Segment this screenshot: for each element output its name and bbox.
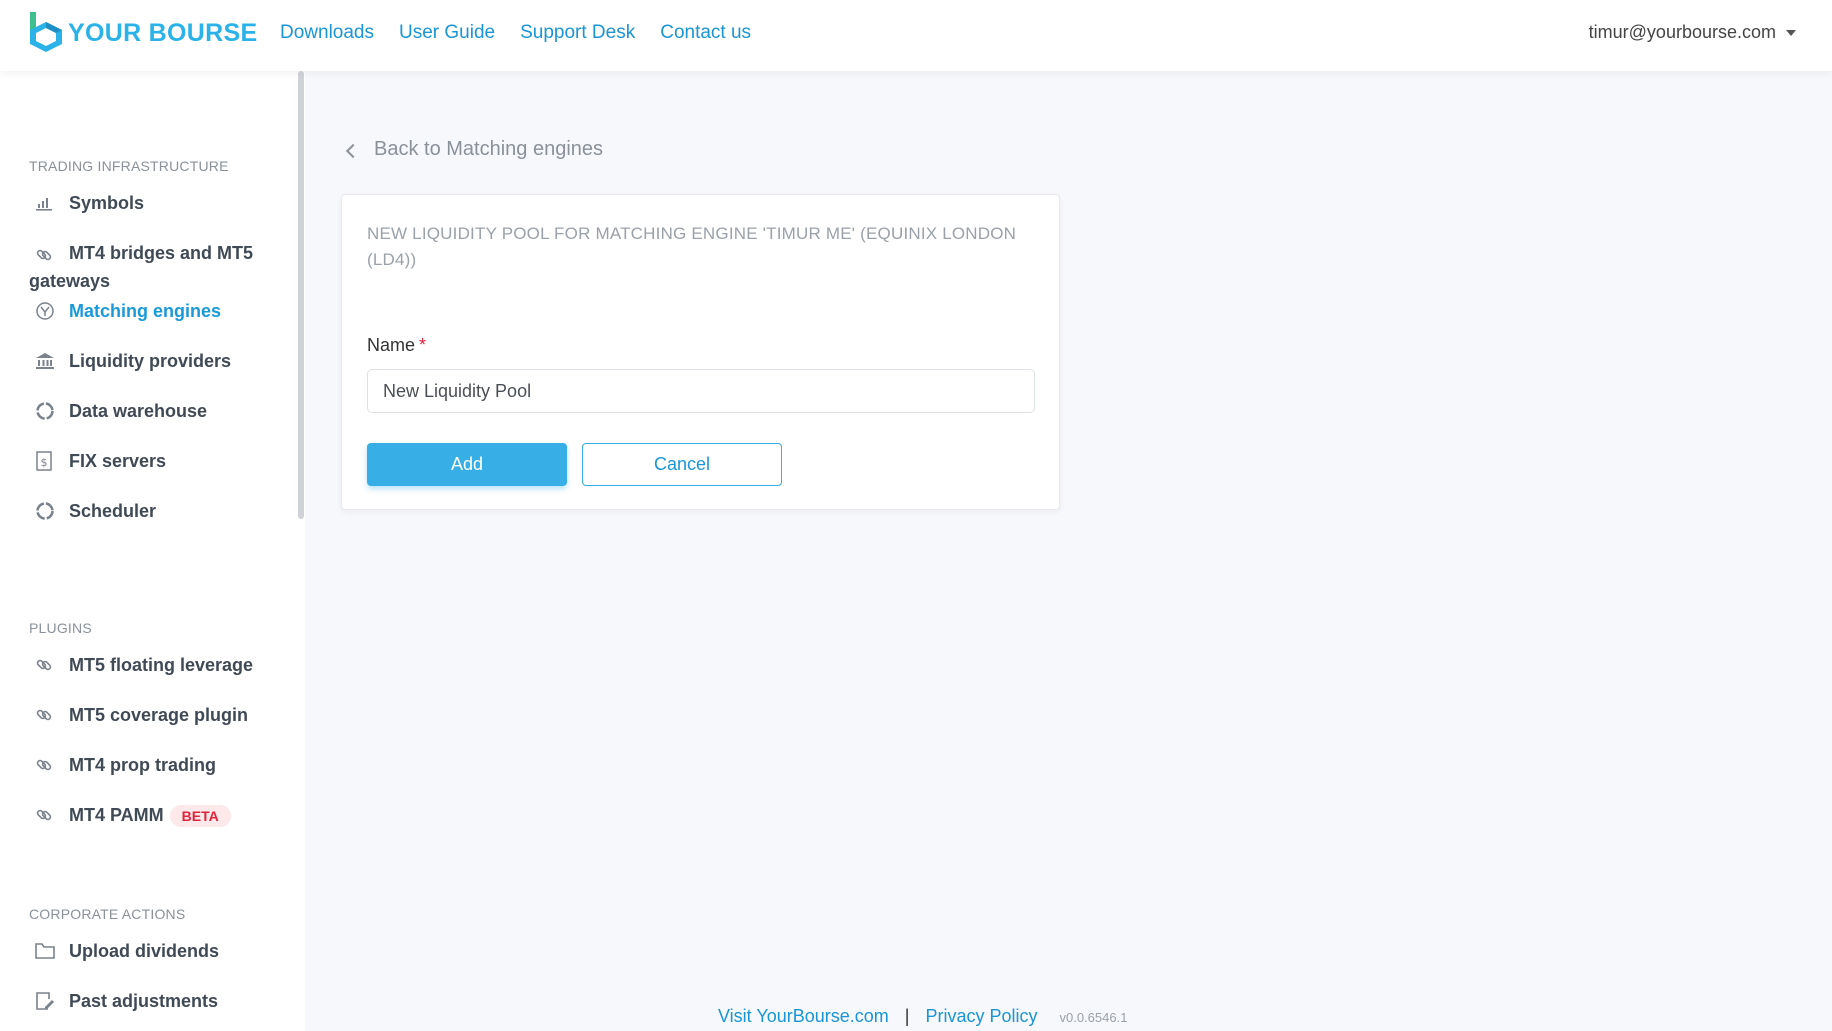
version-label: v0.0.6546.1 (1059, 1010, 1128, 1025)
chevron-left-icon (345, 143, 361, 158)
sidebar-item-label: MT5 coverage plugin (69, 705, 249, 725)
link-icon (29, 803, 61, 827)
sidebar-item-label: Liquidity providers (69, 351, 232, 371)
sidebar-item-upload-dividends[interactable]: Upload dividends (29, 937, 269, 965)
back-link[interactable]: Back to Matching engines (345, 138, 604, 161)
link-icon (29, 703, 61, 727)
top-header: YOUR BOURSE Downloads User Guide Support… (0, 0, 1832, 71)
sidebar-item-label: FIX servers (69, 451, 167, 471)
nav-downloads[interactable]: Downloads (280, 20, 374, 46)
name-label: Name * (367, 335, 426, 356)
engine-icon (29, 299, 61, 323)
brand-name: YOUR BOURSE (68, 18, 258, 47)
sidebar-item-label: Data warehouse (69, 401, 208, 421)
top-nav: Downloads User Guide Support Desk Contac… (280, 20, 776, 46)
beta-badge: BETA (169, 805, 231, 828)
privacy-policy-link[interactable]: Privacy Policy (925, 1006, 1037, 1027)
back-link-label: Back to Matching engines (374, 138, 604, 160)
section-title-trading: TRADING INFRASTRUCTURE (29, 158, 229, 174)
link-icon (29, 653, 61, 677)
sidebar-item-label: MT4 prop trading (69, 755, 216, 775)
sidebar-item-label: Matching engines (69, 301, 222, 321)
sidebar-item-scheduler[interactable]: Scheduler (29, 497, 269, 525)
sidebar-scrollbar[interactable] (298, 71, 304, 519)
nav-support-desk[interactable]: Support Desk (520, 20, 635, 46)
sidebar-item-label: Scheduler (69, 501, 157, 521)
svg-text:$: $ (41, 456, 48, 469)
sidebar-item-label: MT4 bridges and MT5 gateways (29, 243, 254, 291)
sidebar-item-label: Past adjustments (69, 991, 219, 1011)
card-title: NEW LIQUIDITY POOL FOR MATCHING ENGINE '… (367, 224, 1017, 269)
bar-chart-icon (29, 191, 61, 215)
visit-site-link[interactable]: Visit YourBourse.com (718, 1006, 889, 1027)
name-input[interactable] (367, 369, 1035, 413)
sidebar-item-label: Upload dividends (69, 941, 220, 961)
name-label-text: Name (367, 335, 416, 355)
sidebar-item-mt4-bridges[interactable]: MT4 bridges and MT5 gateways (29, 239, 294, 295)
add-button[interactable]: Add (367, 443, 567, 486)
sidebar-item-label: Symbols (69, 193, 145, 213)
link-icon (29, 243, 61, 267)
sidebar-item-symbols[interactable]: Symbols (29, 189, 269, 217)
sidebar-item-fix-servers[interactable]: $ FIX servers (29, 447, 269, 475)
bank-icon (29, 349, 61, 373)
user-email: timur@yourbourse.com (1588, 22, 1776, 42)
circle-icon (29, 499, 61, 523)
sidebar: TRADING INFRASTRUCTURE Symbols MT4 bridg… (0, 71, 305, 1031)
nav-contact-us[interactable]: Contact us (660, 20, 751, 46)
sidebar-item-label-text: MT4 PAMM (69, 805, 164, 825)
sidebar-item-matching-engines[interactable]: Matching engines (29, 297, 269, 325)
edit-doc-icon (29, 989, 61, 1013)
brand-logo[interactable]: YOUR BOURSE (30, 12, 257, 54)
footer-separator: | (904, 1006, 910, 1026)
folder-icon (29, 939, 61, 963)
sidebar-item-mt4-prop-trading[interactable]: MT4 prop trading (29, 751, 269, 779)
logo-icon (30, 12, 62, 52)
link-icon (29, 753, 61, 777)
section-title-plugins: PLUGINS (29, 620, 92, 636)
chevron-down-icon (1786, 29, 1796, 36)
cancel-button[interactable]: Cancel (582, 443, 782, 486)
sidebar-item-liquidity-providers[interactable]: Liquidity providers (29, 347, 269, 375)
user-menu[interactable]: timur@yourbourse.com (1589, 22, 1796, 43)
sidebar-item-mt4-pamm[interactable]: MT4 PAMM BETA (29, 801, 269, 829)
sidebar-item-mt5-floating-leverage[interactable]: MT5 floating leverage (29, 651, 269, 679)
circle-icon (29, 399, 61, 423)
sidebar-item-mt5-coverage-plugin[interactable]: MT5 coverage plugin (29, 701, 269, 729)
nav-user-guide[interactable]: User Guide (399, 20, 495, 46)
required-mark: * (419, 335, 427, 355)
section-title-corporate-actions: CORPORATE ACTIONS (29, 906, 186, 922)
new-liquidity-pool-card: NEW LIQUIDITY POOL FOR MATCHING ENGINE '… (341, 194, 1060, 510)
sidebar-item-data-warehouse[interactable]: Data warehouse (29, 397, 269, 425)
sidebar-item-label: MT5 floating leverage (69, 655, 254, 675)
footer: Visit YourBourse.com | Privacy Policy v0… (718, 1006, 1127, 1027)
sidebar-item-past-adjustments[interactable]: Past adjustments (29, 987, 269, 1015)
sidebar-item-label: MT4 PAMM BETA (69, 801, 231, 829)
dollar-doc-icon: $ (29, 449, 61, 473)
